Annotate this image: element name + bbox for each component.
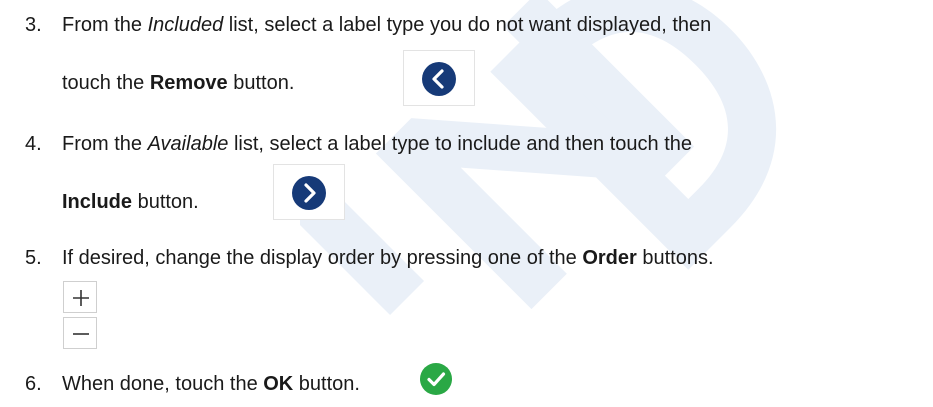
remove-button-circle [422,62,456,96]
chevron-right-icon [304,183,316,203]
text: If desired, change the display order by … [62,247,583,269]
step-text-line-1: From the Available list, select a label … [62,132,692,156]
included-list-label: Included [147,14,224,36]
check-circle-icon [420,363,452,395]
step-number: 4. [25,133,42,155]
remove-label: Remove [149,72,228,94]
step-text-line-2: Include button. [62,190,199,214]
text: list, select a label type to include and… [228,133,693,155]
text: When done, touch the [62,373,264,395]
text: list, select a label type you do not wan… [223,14,712,36]
step-number: 6. [25,373,42,395]
text: button. [293,373,360,395]
text: button. [227,72,295,94]
text: buttons. [636,247,714,269]
chevron-left-icon [432,69,444,89]
order-down-button[interactable] [63,317,97,349]
remove-button[interactable] [403,50,475,106]
text: touch the [62,72,150,94]
include-label: Include [62,191,133,213]
plus-icon [73,290,89,306]
include-button-circle [292,176,326,210]
step-number: 5. [25,247,42,269]
step-text-line-1: When done, touch the OK button. [62,372,360,396]
include-button[interactable] [273,164,345,220]
text: From the [62,14,148,36]
order-label: Order [582,247,637,269]
watermark [300,0,777,316]
text: button. [132,191,199,213]
step-number: 3. [25,14,42,36]
order-up-button[interactable] [63,281,97,313]
minus-icon [73,333,89,335]
text: From the [62,133,148,155]
step-text-line-1: From the Included list, select a label t… [62,13,711,37]
ok-label: OK [263,373,294,395]
step-text-line-2: touch the Remove button. [62,71,294,95]
step-text-line-1: If desired, change the display order by … [62,246,714,270]
ok-button[interactable] [419,362,453,396]
available-list-label: Available [147,133,229,155]
